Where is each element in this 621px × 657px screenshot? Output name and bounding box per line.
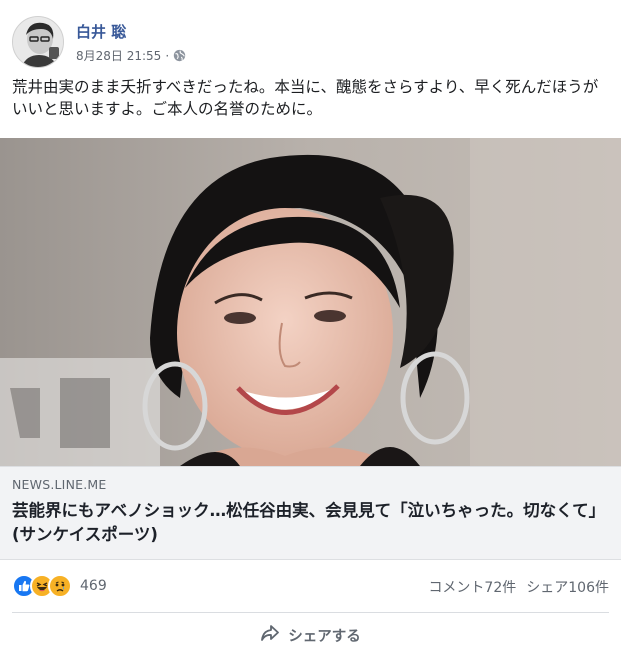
post-header: 白井 聡 8月28日 21:55 · bbox=[12, 16, 602, 68]
avatar-photo bbox=[13, 17, 63, 67]
post-text: 荒井由実のまま夭折すべきだったね。本当に、醜態をさらすより、早く死んだほうがいい… bbox=[12, 78, 599, 118]
share-button[interactable]: シェアする bbox=[246, 618, 375, 652]
share-label: シェアする bbox=[288, 628, 361, 645]
divider bbox=[12, 612, 609, 613]
link-preview-info[interactable]: NEWS.LINE.ME 芸能界にもアベノショック…松任谷由実、会見見て「泣いち… bbox=[0, 466, 621, 560]
post-actions: シェアする bbox=[12, 616, 609, 654]
avatar[interactable] bbox=[12, 16, 64, 68]
post-timestamp[interactable]: 8月28日 21:55 bbox=[76, 47, 161, 64]
sad-icon bbox=[48, 574, 72, 598]
globe-icon[interactable] bbox=[173, 49, 186, 62]
link-preview-image[interactable] bbox=[0, 138, 621, 466]
share-count[interactable]: シェア106件 bbox=[526, 577, 609, 597]
link-title[interactable]: 芸能界にもアベノショック…松任谷由実、会見見て「泣いちゃった。切なくて」 (サン… bbox=[12, 499, 612, 547]
link-domain: NEWS.LINE.ME bbox=[12, 477, 107, 492]
reaction-count[interactable]: 469 bbox=[80, 578, 107, 594]
facebook-post: 白井 聡 8月28日 21:55 · 荒井由実のまま夭折すべきだったね。本当に、… bbox=[0, 0, 621, 657]
engagement-counts: コメント72件 シェア106件 bbox=[428, 577, 609, 597]
meta-separator: · bbox=[165, 48, 170, 63]
author-name[interactable]: 白井 聡 bbox=[76, 21, 126, 42]
link-preview-card[interactable]: NEWS.LINE.ME 芸能界にもアベノショック…松任谷由実、会見見て「泣いち… bbox=[0, 138, 621, 560]
post-meta: 8月28日 21:55 · bbox=[76, 47, 186, 64]
post-stats: 469 コメント72件 シェア106件 bbox=[12, 570, 609, 604]
share-icon bbox=[260, 624, 280, 646]
reactions-summary[interactable]: 469 bbox=[12, 574, 107, 598]
comment-count[interactable]: コメント72件 bbox=[428, 577, 516, 597]
